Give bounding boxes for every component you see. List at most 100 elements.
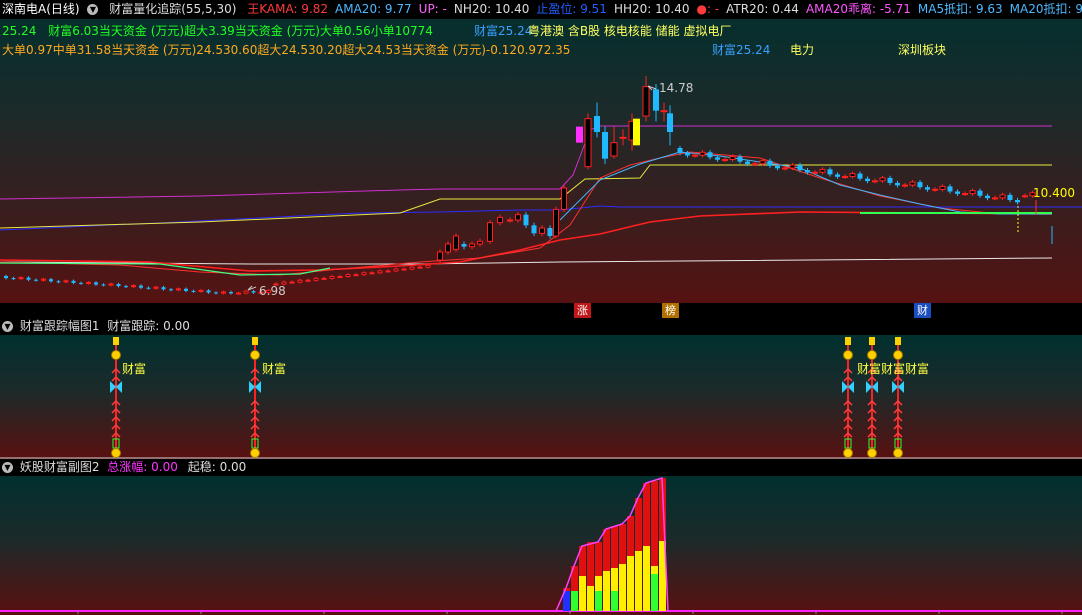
ama20-line xyxy=(559,151,1052,221)
sub-chart-1-header: ▼ 财富跟踪幅图1 财富跟踪: 0.00 xyxy=(0,318,1082,335)
candle-body xyxy=(377,270,383,274)
sub-chart-1-body: 财富 财富 财富 财富 财富 xyxy=(0,335,1082,459)
sub-chart-2-title[interactable]: 妖股财富副图2 xyxy=(20,460,100,474)
candle-body xyxy=(425,264,431,268)
coin-icon xyxy=(250,448,260,458)
candle-body xyxy=(805,170,810,173)
last-price-label: 10.400 xyxy=(1033,186,1075,200)
candle-body xyxy=(775,165,780,169)
candle-body xyxy=(642,86,650,117)
candle-body xyxy=(977,190,983,196)
candle-body xyxy=(677,148,683,154)
candle-body xyxy=(445,243,451,253)
candle-body xyxy=(752,163,758,166)
high-price-label: 14.78 xyxy=(659,81,694,95)
candle-body xyxy=(11,278,16,280)
candle-body xyxy=(297,279,303,283)
candle-body xyxy=(337,276,343,279)
candle-body xyxy=(289,281,295,284)
candle-body xyxy=(18,277,24,280)
candle-body xyxy=(947,186,953,192)
candle-body xyxy=(313,277,319,281)
candle-body xyxy=(236,292,241,295)
candle-body xyxy=(101,284,106,286)
candle-body xyxy=(789,164,796,169)
sub-chart-2-canvas[interactable] xyxy=(0,476,1082,615)
candle-body xyxy=(305,279,311,282)
sub-chart-1[interactable]: ▼ 财富跟踪幅图1 财富跟踪: 0.00 财富 财富 财富 财富 财富 xyxy=(0,318,1082,459)
sub-chart-1-canvas[interactable]: 财富 财富 财富 财富 财富 xyxy=(0,335,1082,459)
sub-chart-2[interactable]: ▼ 妖股财富副图2 总涨幅: 0.00 起稳: 0.00 xyxy=(0,459,1082,615)
candle-body xyxy=(602,132,608,159)
candle-body xyxy=(872,180,878,183)
histogram-bar-yellow xyxy=(587,586,594,611)
candle-body xyxy=(497,216,503,224)
candle-body xyxy=(206,290,211,293)
candle-body xyxy=(999,194,1006,199)
trend-line-blue xyxy=(0,205,1082,231)
candle-body xyxy=(895,182,900,186)
candle-body xyxy=(819,168,826,173)
sub-chart-1-series-value: 0.00 xyxy=(163,319,190,333)
histogram-bar-yellow xyxy=(579,576,586,611)
candle-body xyxy=(409,266,415,270)
main-chart-panel[interactable]: 深南电A(日线) ▼ 财富量化追踪(55,5,30) 王KAMA: 9.82 AM… xyxy=(0,0,1082,318)
candle-body xyxy=(955,191,960,194)
tag-wealth[interactable]: 财 xyxy=(914,303,931,318)
coin-icon xyxy=(843,448,853,458)
candle-body xyxy=(553,208,559,237)
histogram-bar-green xyxy=(651,574,658,611)
histogram-bar-yellow xyxy=(643,546,650,611)
tag-dragon-list[interactable]: 榜 xyxy=(662,303,679,318)
candle-body xyxy=(737,156,743,162)
tag-limit-up[interactable]: 涨 xyxy=(574,303,591,318)
candle-body xyxy=(932,188,938,191)
price-chart[interactable] xyxy=(0,0,1082,303)
low-price-label: 6.98 xyxy=(259,284,286,298)
candle-body xyxy=(94,282,98,285)
candle-body xyxy=(385,270,391,273)
candle-body xyxy=(547,228,553,236)
signal-label: 财富 xyxy=(905,361,929,376)
coin-icon xyxy=(867,350,877,360)
candle-body xyxy=(321,277,327,280)
signal-cap-icon xyxy=(869,337,875,345)
sub-chart-1-title[interactable]: 财富跟踪幅图1 xyxy=(20,319,100,333)
candle-body xyxy=(782,167,788,170)
candle-body xyxy=(329,276,335,279)
candle-body xyxy=(707,152,713,158)
signal-cap-icon xyxy=(845,337,851,345)
candle-body xyxy=(692,154,698,157)
candle-body xyxy=(745,161,750,164)
candle-body xyxy=(41,278,46,281)
candle-body xyxy=(812,171,818,174)
candle-body xyxy=(759,160,766,165)
candle-body xyxy=(71,280,76,283)
candle-body xyxy=(453,235,459,250)
histogram-bar-yellow xyxy=(603,571,610,611)
candle-body xyxy=(487,222,493,242)
signal-label: 财富 xyxy=(122,361,146,376)
highlight-bar-magenta xyxy=(576,126,583,143)
sub-chart-2-s2-label: 起稳: xyxy=(187,460,216,474)
candle-body xyxy=(26,277,31,280)
candle-body xyxy=(191,290,196,292)
candle-body xyxy=(345,274,351,278)
chevron-down-icon[interactable]: ▼ xyxy=(2,462,13,473)
candle-body xyxy=(56,281,61,283)
candle-body xyxy=(198,289,204,292)
signal-label: 财富 xyxy=(881,361,905,376)
candle-body xyxy=(214,292,218,294)
candle-body xyxy=(887,177,893,183)
chevron-down-icon[interactable]: ▼ xyxy=(2,321,13,332)
sub-chart-2-s2-value: 0.00 xyxy=(219,460,247,474)
candle-body xyxy=(992,197,998,200)
candle-body xyxy=(401,268,407,271)
candle-body xyxy=(685,153,690,156)
candle-body xyxy=(619,136,627,139)
candle-body xyxy=(116,284,121,287)
histogram-bar-yellow xyxy=(627,556,634,611)
coin-icon xyxy=(893,448,903,458)
candle-body xyxy=(131,285,136,288)
candle-body xyxy=(369,272,375,275)
